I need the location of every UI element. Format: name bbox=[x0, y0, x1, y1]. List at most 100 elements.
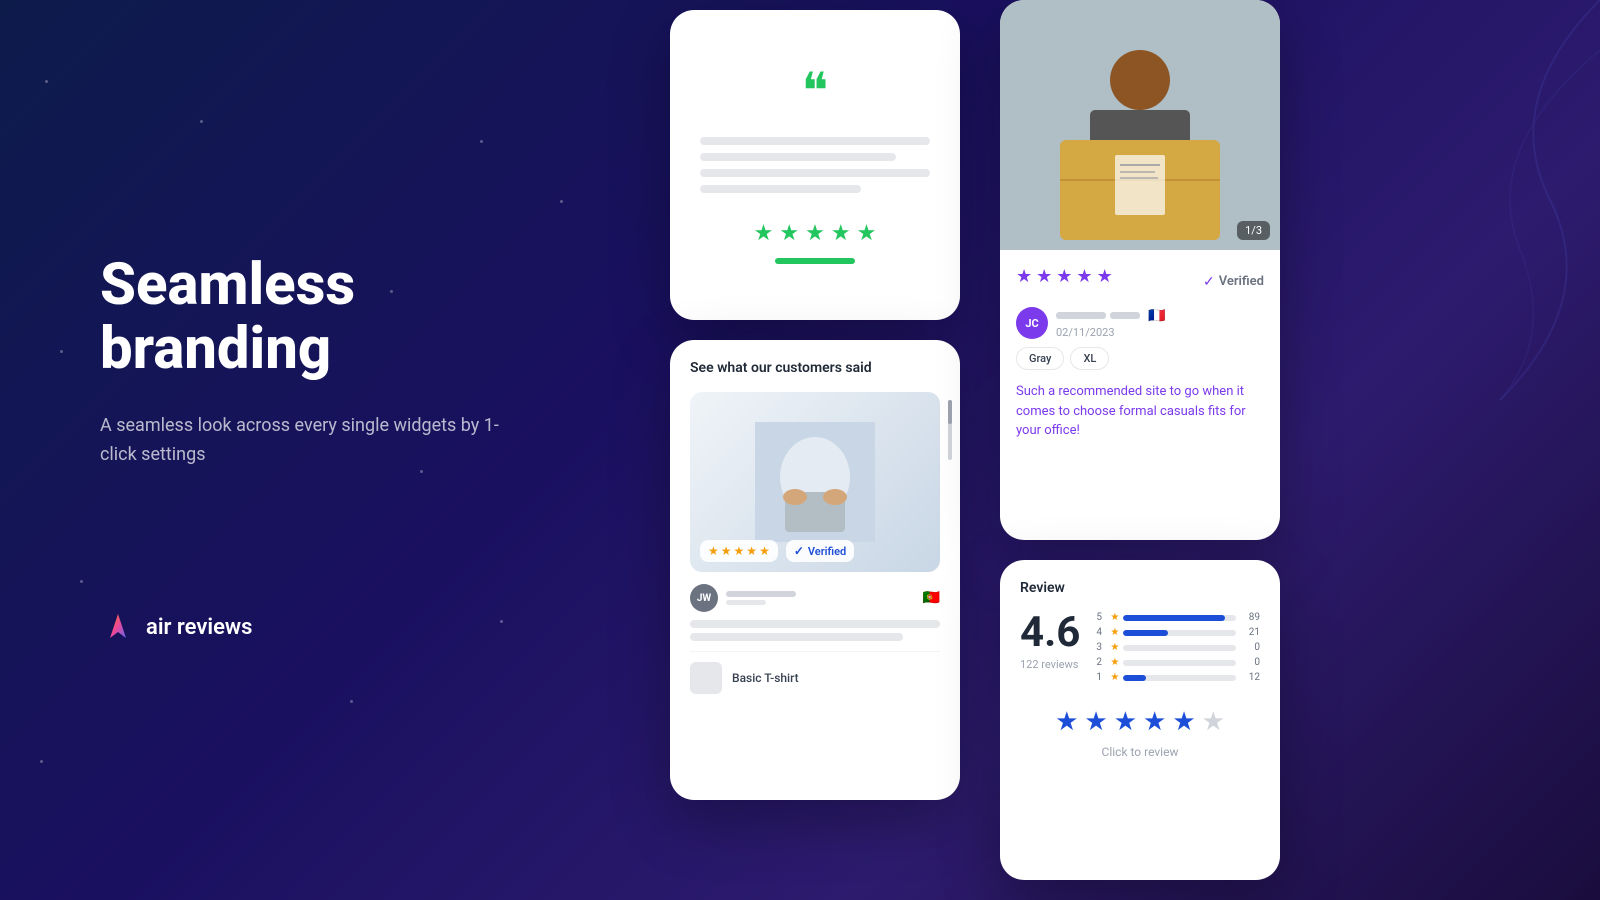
reviewer-initials-jc: JC bbox=[1025, 317, 1038, 330]
rating-star-3: ★ bbox=[1110, 642, 1119, 653]
review-widget-card-4: Review 4.6 122 reviews 5 ★ 89 bbox=[1000, 560, 1280, 880]
review-widget-card-3: 1/3 ★ ★ ★ ★ ★ ✓ Verified JC bbox=[1000, 0, 1280, 540]
green-bar bbox=[775, 258, 855, 264]
reviewer-row-2: JW 🇵🇹 bbox=[690, 584, 940, 612]
package-image: 1/3 bbox=[1000, 0, 1280, 250]
rating-star-5: ★ bbox=[1110, 612, 1119, 623]
orange-stars: ★ ★ ★ ★ ★ bbox=[700, 540, 778, 562]
reviewer-details-3: 🇫🇷 02/11/2023 bbox=[1056, 308, 1165, 339]
bar-track-4 bbox=[1123, 630, 1236, 636]
reviewer-avatar-jw: JW bbox=[690, 584, 718, 612]
left-panel: Seamless branding A seamless look across… bbox=[100, 0, 520, 900]
rating-star-4: ★ bbox=[1110, 627, 1119, 638]
click-to-review[interactable]: Click to review bbox=[1020, 745, 1260, 759]
card-3-body: ★ ★ ★ ★ ★ ✓ Verified JC bbox=[1000, 250, 1280, 457]
review-image-overlay: ★ ★ ★ ★ ★ ✓ Verified bbox=[700, 540, 854, 562]
verified-badge-2: ✓ Verified bbox=[786, 540, 854, 562]
name-bars-3: 🇫🇷 bbox=[1056, 308, 1165, 324]
star-2: ★ bbox=[779, 221, 799, 246]
star-4: ★ bbox=[831, 221, 851, 246]
review-summary: 4.6 122 reviews 5 ★ 89 4 ★ bbox=[1020, 612, 1260, 687]
verified-check-icon-3: ✓ bbox=[1203, 274, 1215, 290]
star-5: ★ bbox=[857, 221, 877, 246]
rating-label-2: 2 bbox=[1096, 657, 1106, 668]
big-star-1[interactable]: ★ bbox=[1055, 707, 1078, 737]
rating-label-5: 5 bbox=[1096, 612, 1106, 623]
score-total: 122 reviews bbox=[1020, 658, 1078, 671]
hero-subtitle: A seamless look across every single widg… bbox=[100, 412, 520, 470]
reviewer-info-3: JC 🇫🇷 02/11/2023 bbox=[1016, 307, 1264, 339]
bar-track-2 bbox=[1123, 660, 1236, 666]
reviewer-avatar-jc: JC bbox=[1016, 307, 1048, 339]
placeholder-lines-1 bbox=[700, 137, 930, 201]
rating-label-3: 3 bbox=[1096, 642, 1106, 653]
big-stars-row[interactable]: ★ ★ ★ ★ ★ ★ bbox=[1020, 707, 1260, 737]
image-counter: 1/3 bbox=[1237, 221, 1270, 240]
purple-star-5: ★ bbox=[1097, 266, 1113, 287]
big-star-5-half[interactable]: ★ bbox=[1172, 707, 1195, 737]
reviewer-flag-3: 🇫🇷 bbox=[1148, 308, 1165, 324]
verified-label-3: Verified bbox=[1219, 274, 1264, 289]
reviewer-flag-jw: 🇵🇹 bbox=[923, 590, 940, 606]
quote-icon: ❝ bbox=[802, 67, 829, 117]
reviewer-initials-jw: JW bbox=[697, 593, 711, 604]
orange-star-2: ★ bbox=[721, 544, 732, 558]
product-thumbnail bbox=[690, 662, 722, 694]
purple-star-1: ★ bbox=[1016, 266, 1032, 287]
orange-star-5-half: ★ bbox=[759, 544, 770, 558]
big-score: 4.6 122 reviews bbox=[1020, 612, 1080, 687]
big-star-2[interactable]: ★ bbox=[1084, 707, 1107, 737]
purple-star-3: ★ bbox=[1056, 266, 1072, 287]
hero-title: Seamless branding bbox=[100, 254, 520, 382]
big-star-4[interactable]: ★ bbox=[1143, 707, 1166, 737]
bar-track-3 bbox=[1123, 645, 1236, 651]
verified-row-3: ✓ Verified bbox=[1203, 274, 1264, 290]
star-1: ★ bbox=[754, 221, 774, 246]
rating-count-2: 0 bbox=[1240, 657, 1260, 668]
orange-star-3: ★ bbox=[734, 544, 745, 558]
rating-row-5: 5 ★ 89 bbox=[1096, 612, 1260, 623]
tag-gray: Gray bbox=[1016, 347, 1064, 370]
tags-row: Gray XL bbox=[1016, 347, 1264, 370]
bar-track-5 bbox=[1123, 615, 1236, 621]
big-star-3[interactable]: ★ bbox=[1114, 707, 1137, 737]
orange-star-4: ★ bbox=[746, 544, 757, 558]
purple-star-4: ★ bbox=[1076, 266, 1092, 287]
rating-star-1: ★ bbox=[1110, 672, 1119, 683]
review-date-3: 02/11/2023 bbox=[1056, 326, 1165, 339]
reviewer-name-bars bbox=[726, 591, 915, 605]
rating-star-2: ★ bbox=[1110, 657, 1119, 668]
bar-fill-1 bbox=[1123, 675, 1146, 681]
verified-label-2: Verified bbox=[808, 545, 846, 558]
big-star-6-empty[interactable]: ★ bbox=[1202, 707, 1225, 737]
scroll-indicator[interactable] bbox=[948, 400, 952, 460]
rating-count-3: 0 bbox=[1240, 642, 1260, 653]
review-widget-card-1: ❝ ★ ★ ★ ★ ★ bbox=[670, 10, 960, 320]
logo-area: air reviews bbox=[100, 610, 520, 646]
score-number: 4.6 bbox=[1020, 612, 1080, 654]
bar-fill-5 bbox=[1123, 615, 1224, 621]
orange-star-1: ★ bbox=[708, 544, 719, 558]
logo-text: air reviews bbox=[146, 615, 252, 640]
product-row: Basic T-shirt bbox=[690, 651, 940, 704]
tag-xl: XL bbox=[1070, 347, 1109, 370]
widget-title: See what our customers said bbox=[690, 360, 940, 376]
logo-icon bbox=[100, 610, 136, 646]
rating-row-4: 4 ★ 21 bbox=[1096, 627, 1260, 638]
review-text-3: Such a recommended site to go when it co… bbox=[1016, 382, 1264, 441]
rating-count-4: 21 bbox=[1240, 627, 1260, 638]
review-widget-card-2[interactable]: See what our customers said bbox=[670, 340, 960, 800]
rating-row-2: 2 ★ 0 bbox=[1096, 657, 1260, 668]
check-circle-icon: ✓ bbox=[794, 544, 804, 558]
purple-star-2: ★ bbox=[1036, 266, 1052, 287]
rating-count-5: 89 bbox=[1240, 612, 1260, 623]
widgets-area: ❝ ★ ★ ★ ★ ★ See what our customers said bbox=[640, 0, 1600, 900]
rating-label-4: 4 bbox=[1096, 627, 1106, 638]
star-3: ★ bbox=[805, 221, 825, 246]
rating-row-1: 1 ★ 12 bbox=[1096, 672, 1260, 683]
bar-fill-4 bbox=[1123, 630, 1168, 636]
review-text-placeholder bbox=[690, 620, 940, 641]
review-label: Review bbox=[1020, 580, 1260, 596]
bar-track-1 bbox=[1123, 675, 1236, 681]
stars-row-1: ★ ★ ★ ★ ★ bbox=[754, 221, 877, 246]
